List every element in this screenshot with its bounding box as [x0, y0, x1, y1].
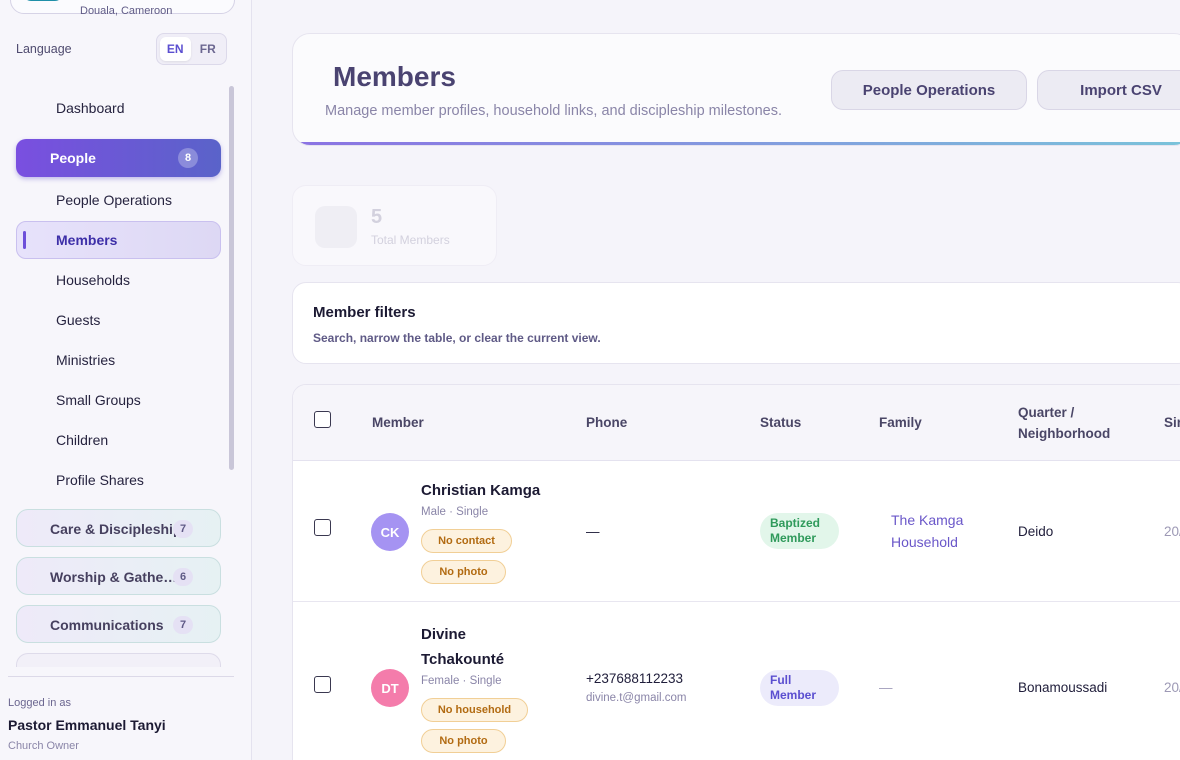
language-fr-button[interactable]: FR	[193, 37, 224, 61]
status-badge: Full Member	[760, 670, 839, 706]
sidebar-group-label: Worship & Gathe…	[50, 569, 178, 585]
member-meta: Female · Single	[421, 675, 502, 687]
sidebar-group-partial[interactable]	[16, 653, 221, 667]
column-quarter-line2[interactable]: Neighborhood	[1018, 426, 1110, 441]
total-members-card: 5 Total Members	[292, 185, 497, 266]
sidebar-scrollbar[interactable]	[229, 86, 234, 470]
member-quarter: Bonamoussadi	[1018, 680, 1108, 695]
page-header: Members Manage member profiles, househol…	[292, 33, 1180, 146]
filters-title: Member filters	[313, 304, 416, 321]
sidebar-group-care-discipleship[interactable]: Care & Discipleship 7	[16, 509, 221, 547]
members-table: Member Phone Status Family Quarter / Nei…	[292, 384, 1180, 760]
member-name[interactable]: Divine	[421, 622, 466, 647]
sidebar-item-members-label: Members	[56, 232, 118, 248]
member-since: 20/	[1164, 680, 1180, 695]
sidebar-item-members[interactable]: Members	[16, 221, 221, 259]
sidebar-item-small-groups[interactable]: Small Groups	[56, 392, 141, 408]
family-empty: —	[879, 680, 893, 695]
sidebar-group-count: 6	[173, 568, 193, 586]
sidebar-item-profile-shares[interactable]: Profile Shares	[56, 472, 144, 488]
column-member[interactable]: Member	[372, 415, 424, 430]
member-name[interactable]: Christian Kamga	[421, 478, 540, 503]
church-city: Douala, Cameroon	[80, 5, 173, 17]
table-header: Member Phone Status Family Quarter / Nei…	[293, 385, 1180, 461]
sidebar-group-count: 7	[173, 616, 193, 634]
member-quarter: Deido	[1018, 524, 1054, 539]
language-toggle: EN FR	[156, 33, 227, 65]
status-badge: Baptized Member	[760, 513, 839, 549]
no-photo-badge: No photo	[421, 560, 506, 584]
member-meta: Male · Single	[421, 506, 489, 518]
sidebar-group-label: Communications	[50, 617, 164, 633]
language-label: Language	[16, 42, 72, 56]
sidebar-item-people-operations[interactable]: People Operations	[56, 192, 172, 208]
member-phone: +237688112233	[586, 671, 683, 686]
no-household-badge: No household	[421, 698, 528, 722]
sidebar-item-children[interactable]: Children	[56, 432, 108, 448]
member-phone: —	[586, 524, 600, 539]
sidebar-item-people-label: People	[50, 150, 96, 166]
user-role: Church Owner	[8, 740, 79, 752]
column-quarter-line1[interactable]: Quarter /	[1018, 405, 1074, 420]
select-all-checkbox[interactable]	[314, 411, 331, 428]
row-checkbox[interactable]	[314, 676, 331, 693]
sidebar-group-communications[interactable]: Communications 7	[16, 605, 221, 643]
page-title: Members	[333, 61, 456, 92]
active-indicator	[23, 231, 26, 249]
member-name-line2[interactable]: Tchakounté	[421, 647, 504, 672]
member-since: 20/	[1164, 524, 1180, 539]
logged-in-label: Logged in as	[8, 697, 71, 709]
avatar: CK	[371, 513, 409, 551]
member-email: divine.t@gmail.com	[586, 692, 687, 704]
members-stat-icon	[315, 206, 357, 248]
people-count-badge: 8	[178, 148, 198, 168]
sidebar-group-label: Care & Discipleship	[50, 521, 182, 537]
member-filters: Member filters Search, narrow the table,…	[292, 282, 1180, 364]
church-logo	[23, 0, 63, 1]
column-since[interactable]: Sir	[1164, 415, 1180, 430]
avatar: DT	[371, 669, 409, 707]
sidebar-group-count: 7	[173, 520, 193, 538]
people-operations-button[interactable]: People Operations	[831, 70, 1027, 110]
total-members-value: 5	[371, 206, 383, 228]
import-csv-button[interactable]: Import CSV	[1037, 70, 1180, 110]
language-en-button[interactable]: EN	[160, 37, 191, 61]
filters-subtitle: Search, narrow the table, or clear the c…	[313, 331, 601, 345]
sidebar: Douala, Cameroon Language EN FR Dashboar…	[0, 0, 252, 760]
sidebar-item-ministries[interactable]: Ministries	[56, 352, 115, 368]
row-checkbox[interactable]	[314, 519, 331, 536]
page-subtitle: Manage member profiles, household links,…	[325, 103, 782, 119]
row-divider	[293, 601, 1180, 602]
header-accent-line	[293, 142, 1180, 145]
family-link[interactable]: The Kamga Household	[891, 509, 981, 553]
sidebar-item-people[interactable]: People 8	[16, 139, 221, 177]
church-card[interactable]: Douala, Cameroon	[10, 0, 235, 17]
sidebar-group-worship-gatherings[interactable]: Worship & Gathe… 6	[16, 557, 221, 595]
column-status[interactable]: Status	[760, 415, 801, 430]
column-phone[interactable]: Phone	[586, 415, 627, 430]
sidebar-divider	[8, 676, 234, 677]
sidebar-item-households[interactable]: Households	[56, 272, 130, 288]
sidebar-item-guests[interactable]: Guests	[56, 312, 100, 328]
no-photo-badge: No photo	[421, 729, 506, 753]
user-name: Pastor Emmanuel Tanyi	[8, 717, 166, 733]
no-contact-badge: No contact	[421, 529, 512, 553]
sidebar-item-dashboard[interactable]: Dashboard	[56, 100, 125, 116]
column-family[interactable]: Family	[879, 415, 922, 430]
total-members-label: Total Members	[371, 233, 450, 247]
